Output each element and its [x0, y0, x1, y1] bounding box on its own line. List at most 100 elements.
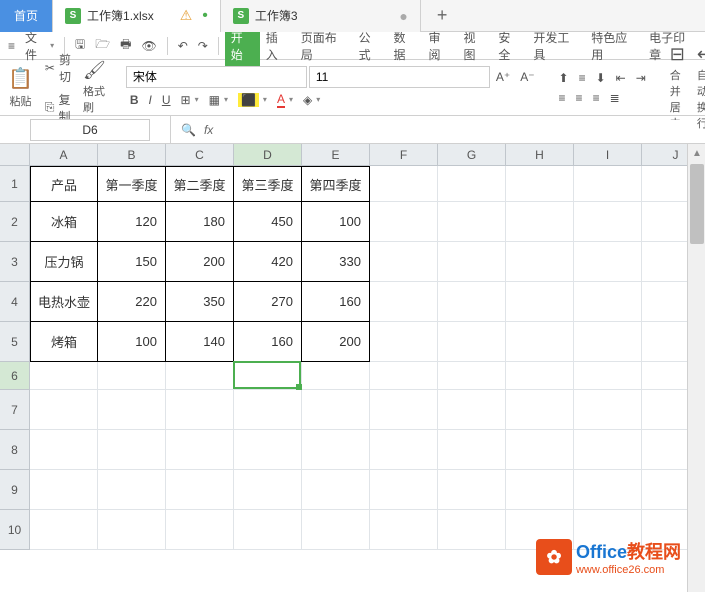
cell[interactable] [438, 470, 506, 510]
row-header[interactable]: 4 [0, 282, 30, 322]
cell[interactable] [506, 202, 574, 242]
format-painter-button[interactable]: 🖌 格式刷 [79, 58, 110, 117]
cell[interactable]: 200 [302, 322, 370, 362]
tab-home[interactable]: 首页 [0, 0, 53, 32]
cell[interactable]: 冰箱 [30, 202, 98, 242]
clear-format-icon[interactable]: ◈▾ [299, 91, 324, 109]
font-color-icon[interactable]: A▾ [273, 90, 297, 110]
increase-font-icon[interactable]: A⁺ [492, 68, 514, 86]
cell[interactable] [166, 390, 234, 430]
cell[interactable] [438, 430, 506, 470]
cell[interactable]: 100 [98, 322, 166, 362]
cell[interactable] [370, 470, 438, 510]
border-icon[interactable]: ⊞▾ [177, 91, 203, 109]
font-name-select[interactable] [126, 66, 307, 88]
cell[interactable] [370, 362, 438, 390]
row-header[interactable]: 10 [0, 510, 30, 550]
cell[interactable] [98, 362, 166, 390]
close-icon[interactable]: ● [399, 8, 407, 24]
cell[interactable] [574, 430, 642, 470]
cell[interactable]: 第一季度 [98, 166, 166, 202]
ribbon-tab-dev[interactable]: 开发工具 [527, 25, 585, 67]
cell[interactable]: 330 [302, 242, 370, 282]
cell[interactable]: 150 [98, 242, 166, 282]
cell-style-icon[interactable]: ▦▾ [205, 91, 232, 109]
justify-icon[interactable]: ≣ [606, 89, 624, 107]
cell[interactable] [438, 166, 506, 202]
cell[interactable] [506, 390, 574, 430]
cell[interactable] [234, 362, 302, 390]
ribbon-tab-security[interactable]: 安全 [492, 25, 527, 67]
cell[interactable] [438, 390, 506, 430]
cell[interactable] [506, 322, 574, 362]
cell[interactable]: 420 [234, 242, 302, 282]
col-header[interactable]: I [574, 144, 642, 166]
scroll-thumb[interactable] [690, 164, 704, 244]
align-center-icon[interactable]: ≡ [572, 89, 587, 107]
cell[interactable]: 450 [234, 202, 302, 242]
cell[interactable] [166, 510, 234, 550]
cell[interactable] [506, 166, 574, 202]
undo-icon[interactable]: ↶ [174, 37, 192, 55]
cell[interactable] [302, 362, 370, 390]
decrease-font-icon[interactable]: A⁻ [516, 68, 538, 86]
tab-workbook1[interactable]: S 工作簿1.xlsx ⚠ • [53, 0, 221, 32]
name-box[interactable]: D6 [30, 119, 150, 141]
cut-button[interactable]: ✂ 剪切 [41, 49, 75, 87]
cell[interactable] [98, 430, 166, 470]
cell[interactable] [438, 362, 506, 390]
cell[interactable]: 350 [166, 282, 234, 322]
align-middle-icon[interactable]: ≡ [575, 69, 590, 87]
cell[interactable] [30, 470, 98, 510]
cell[interactable] [370, 166, 438, 202]
fx-icon[interactable]: fx [204, 123, 213, 137]
align-bottom-icon[interactable]: ⬇ [592, 69, 610, 87]
cell[interactable]: 第三季度 [234, 166, 302, 202]
cell[interactable] [234, 470, 302, 510]
cell[interactable] [438, 322, 506, 362]
col-header[interactable]: C [166, 144, 234, 166]
cell[interactable] [234, 510, 302, 550]
cell[interactable]: 烤箱 [30, 322, 98, 362]
cell[interactable] [370, 430, 438, 470]
cell[interactable] [506, 242, 574, 282]
row-header[interactable]: 1 [0, 166, 30, 202]
cell[interactable] [506, 470, 574, 510]
indent-right-icon[interactable]: ⇥ [632, 69, 650, 87]
cell[interactable] [438, 242, 506, 282]
cell[interactable] [166, 470, 234, 510]
print-icon[interactable]: 🖶 [116, 33, 135, 58]
indent-left-icon[interactable]: ⇤ [612, 69, 630, 87]
cell[interactable] [438, 202, 506, 242]
cell[interactable]: 产品 [30, 166, 98, 202]
export-icon[interactable]: 🗁 [91, 33, 114, 58]
cell[interactable] [438, 510, 506, 550]
select-all-corner[interactable] [0, 144, 30, 166]
row-header[interactable]: 2 [0, 202, 30, 242]
ribbon-tab-view[interactable]: 视图 [457, 25, 492, 67]
cell[interactable] [302, 390, 370, 430]
cell[interactable]: 第四季度 [302, 166, 370, 202]
cell[interactable] [302, 510, 370, 550]
cell[interactable] [30, 430, 98, 470]
cell[interactable] [234, 430, 302, 470]
redo-icon[interactable]: ↷ [194, 37, 212, 55]
col-header[interactable]: B [98, 144, 166, 166]
cell[interactable] [302, 430, 370, 470]
col-header[interactable]: F [370, 144, 438, 166]
ribbon-tab-review[interactable]: 审阅 [423, 25, 458, 67]
cell[interactable] [30, 362, 98, 390]
add-tab-button[interactable]: + [421, 5, 464, 26]
row-header[interactable]: 3 [0, 242, 30, 282]
fill-color-icon[interactable]: ⬛▾ [234, 91, 271, 109]
cell[interactable] [234, 390, 302, 430]
cell[interactable] [370, 510, 438, 550]
row-header[interactable]: 5 [0, 322, 30, 362]
cell[interactable]: 270 [234, 282, 302, 322]
cell[interactable] [574, 202, 642, 242]
cell[interactable]: 160 [234, 322, 302, 362]
cell[interactable] [506, 430, 574, 470]
cell[interactable] [506, 282, 574, 322]
cell[interactable] [574, 470, 642, 510]
col-header[interactable]: A [30, 144, 98, 166]
